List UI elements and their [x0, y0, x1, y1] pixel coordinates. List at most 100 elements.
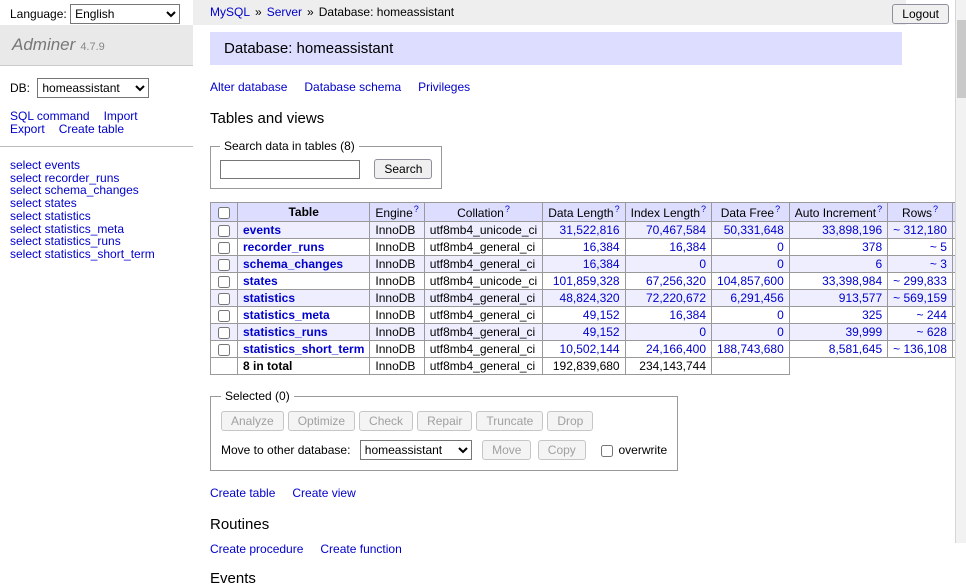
- cell-table-name: schema_changes: [238, 256, 370, 273]
- sidebar-link-sql-command[interactable]: SQL command: [10, 109, 90, 123]
- sidebar-select-statistics[interactable]: select statistics: [10, 210, 183, 223]
- rows-select-link[interactable]: ~ 299,833: [893, 274, 947, 288]
- row-checkbox[interactable]: [218, 327, 230, 339]
- action-alter-database[interactable]: Alter database: [210, 80, 287, 94]
- truncate-button[interactable]: Truncate: [476, 411, 543, 431]
- sidebar-link-import[interactable]: Import: [104, 109, 138, 123]
- column-help-icon[interactable]: ?: [615, 204, 620, 214]
- breadcrumb-link-mysql[interactable]: MySQL: [210, 5, 250, 19]
- row-checkbox[interactable]: [218, 242, 230, 254]
- column-help-icon[interactable]: ?: [933, 204, 938, 214]
- rows-select-link[interactable]: ~ 244: [917, 308, 947, 322]
- rows-select-link[interactable]: ~ 312,180: [893, 223, 947, 237]
- sidebar-select-events[interactable]: select events: [10, 159, 183, 172]
- row-checkbox[interactable]: [218, 225, 230, 237]
- app-title: Adminer4.7.9: [0, 25, 193, 66]
- link-create-view[interactable]: Create view: [292, 486, 355, 500]
- row-checkbox[interactable]: [218, 276, 230, 288]
- breadcrumb-link-server[interactable]: Server: [267, 5, 302, 19]
- language-label: Language:: [10, 7, 67, 21]
- select-all-checkbox[interactable]: [218, 207, 230, 219]
- table-link-statistics-short-term[interactable]: statistics_short_term: [243, 342, 364, 356]
- move-button[interactable]: Move: [482, 440, 531, 460]
- search-button[interactable]: Search: [374, 159, 432, 179]
- table-row-events: eventsInnoDButf8mb4_unicode_ci31,522,816…: [211, 222, 966, 239]
- row-checkbox[interactable]: [218, 344, 230, 356]
- row-checkbox-cell: [211, 222, 238, 239]
- cell-table-name: states: [238, 273, 370, 290]
- sidebar-select-statistics-short-term[interactable]: select statistics_short_term: [10, 248, 183, 261]
- table-link-recorder-runs[interactable]: recorder_runs: [243, 240, 324, 254]
- table-link-statistics-runs[interactable]: statistics_runs: [243, 325, 328, 339]
- row-checkbox[interactable]: [218, 293, 230, 305]
- column-label: Data Free: [721, 206, 774, 220]
- table-link-schema-changes[interactable]: schema_changes: [243, 257, 343, 271]
- action-database-schema[interactable]: Database schema: [304, 80, 401, 94]
- total-data-free: [712, 358, 790, 375]
- cell-table-name: statistics: [238, 290, 370, 307]
- total-index-length: 234,143,744: [625, 358, 711, 375]
- table-link-statistics-meta[interactable]: statistics_meta: [243, 308, 330, 322]
- link-create-procedure[interactable]: Create procedure: [210, 542, 303, 556]
- create-links: Create table Create view: [210, 486, 902, 500]
- column-header-rows: Rows?: [888, 203, 953, 222]
- column-label: Index Length: [631, 206, 700, 220]
- sidebar-table-links: select eventsselect recorder_runsselect …: [10, 159, 183, 261]
- link-create-function[interactable]: Create function: [320, 542, 401, 556]
- rows-select-link[interactable]: ~ 5: [930, 240, 947, 254]
- cell-engine: InnoDB: [370, 307, 424, 324]
- app-version: 4.7.9: [80, 41, 104, 53]
- logout-button[interactable]: Logout: [892, 4, 949, 24]
- drop-button[interactable]: Drop: [547, 411, 593, 431]
- cell-rows: ~ 569,159: [888, 290, 953, 307]
- db-select[interactable]: homeassistant: [37, 78, 149, 98]
- table-link-statistics[interactable]: statistics: [243, 291, 295, 305]
- check-button[interactable]: Check: [359, 411, 413, 431]
- link-create-table[interactable]: Create table: [210, 486, 275, 500]
- repair-button[interactable]: Repair: [417, 411, 472, 431]
- move-database-select[interactable]: homeassistant: [360, 440, 472, 460]
- sidebar-select-states[interactable]: select states: [10, 197, 183, 210]
- tables-overview-table: TableEngine?Collation?Data Length?Index …: [210, 202, 966, 375]
- scrollbar-thumb[interactable]: [957, 20, 966, 98]
- column-help-icon[interactable]: ?: [505, 204, 510, 214]
- cell-rows: ~ 3: [888, 256, 953, 273]
- overwrite-label: overwrite: [619, 443, 668, 457]
- rows-select-link[interactable]: ~ 3: [930, 257, 947, 271]
- total-empty-cell: [211, 358, 238, 375]
- cell-index-length: 67,256,320: [625, 273, 711, 290]
- optimize-button[interactable]: Optimize: [288, 411, 355, 431]
- breadcrumb: MySQL»Server»Database: homeassistant: [193, 0, 906, 25]
- row-checkbox[interactable]: [218, 310, 230, 322]
- rows-select-link[interactable]: ~ 136,108: [893, 342, 947, 356]
- search-input[interactable]: [220, 160, 360, 179]
- selected-legend: Selected (0): [221, 389, 294, 403]
- rows-select-link[interactable]: ~ 628: [917, 325, 947, 339]
- column-help-icon[interactable]: ?: [414, 204, 419, 214]
- column-help-icon[interactable]: ?: [877, 204, 882, 214]
- column-header-data-free: Data Free?: [712, 203, 790, 222]
- cell-data-length: 49,152: [543, 307, 625, 324]
- row-checkbox-cell: [211, 256, 238, 273]
- sidebar-link-export[interactable]: Export: [10, 122, 45, 136]
- copy-button[interactable]: Copy: [538, 440, 586, 460]
- language-select[interactable]: English: [70, 4, 180, 24]
- vertical-scrollbar[interactable]: [955, 0, 966, 543]
- overwrite-control: overwrite: [599, 443, 667, 457]
- rows-select-link[interactable]: ~ 569,159: [893, 291, 947, 305]
- column-help-icon[interactable]: ?: [775, 204, 780, 214]
- move-label: Move to other database:: [221, 443, 350, 457]
- row-checkbox-cell: [211, 341, 238, 358]
- sidebar-link-create-table[interactable]: Create table: [59, 122, 124, 136]
- events-heading: Events: [210, 570, 902, 587]
- table-row-statistics: statisticsInnoDButf8mb4_general_ci48,824…: [211, 290, 966, 307]
- cell-engine: InnoDB: [370, 290, 424, 307]
- column-help-icon[interactable]: ?: [701, 204, 706, 214]
- action-privileges[interactable]: Privileges: [418, 80, 470, 94]
- row-checkbox[interactable]: [218, 259, 230, 271]
- overwrite-checkbox[interactable]: [601, 445, 613, 457]
- table-link-states[interactable]: states: [243, 274, 278, 288]
- analyze-button[interactable]: Analyze: [221, 411, 284, 431]
- table-link-events[interactable]: events: [243, 223, 281, 237]
- cell-index-length: 0: [625, 256, 711, 273]
